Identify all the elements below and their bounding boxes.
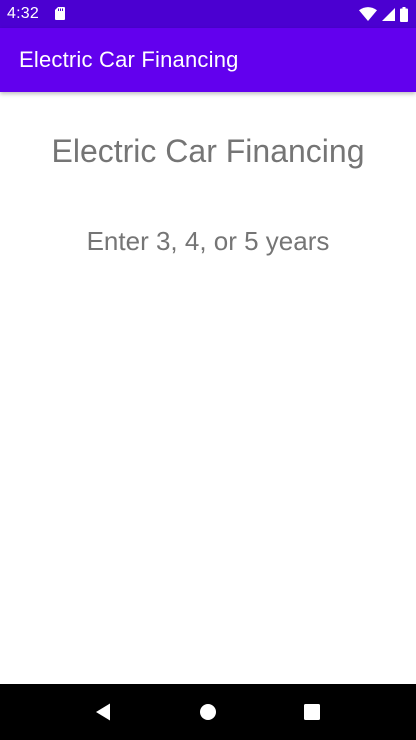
signal-icon: [382, 7, 395, 21]
sd-card-icon: [55, 7, 65, 20]
years-instruction: Enter 3, 4, or 5 years: [86, 226, 330, 256]
recents-icon[interactable]: [302, 702, 322, 722]
status-bar: 4:32: [0, 0, 416, 28]
status-time: 4:32: [7, 5, 39, 22]
wifi-icon: [359, 7, 377, 21]
battery-icon: [400, 6, 408, 22]
navigation-bar: [0, 684, 416, 740]
home-icon[interactable]: [198, 702, 218, 722]
status-icons: [359, 6, 408, 22]
app-bar-title: Electric Car Financing: [19, 47, 239, 72]
app-screen: 4:32 Electric Car Financing Electric Car…: [0, 0, 416, 740]
page-heading: Electric Car Financing: [51, 133, 365, 169]
main-content: Electric Car Financing Enter 3, 4, or 5 …: [0, 92, 416, 684]
back-icon[interactable]: [94, 702, 114, 722]
app-bar: Electric Car Financing: [0, 28, 416, 92]
